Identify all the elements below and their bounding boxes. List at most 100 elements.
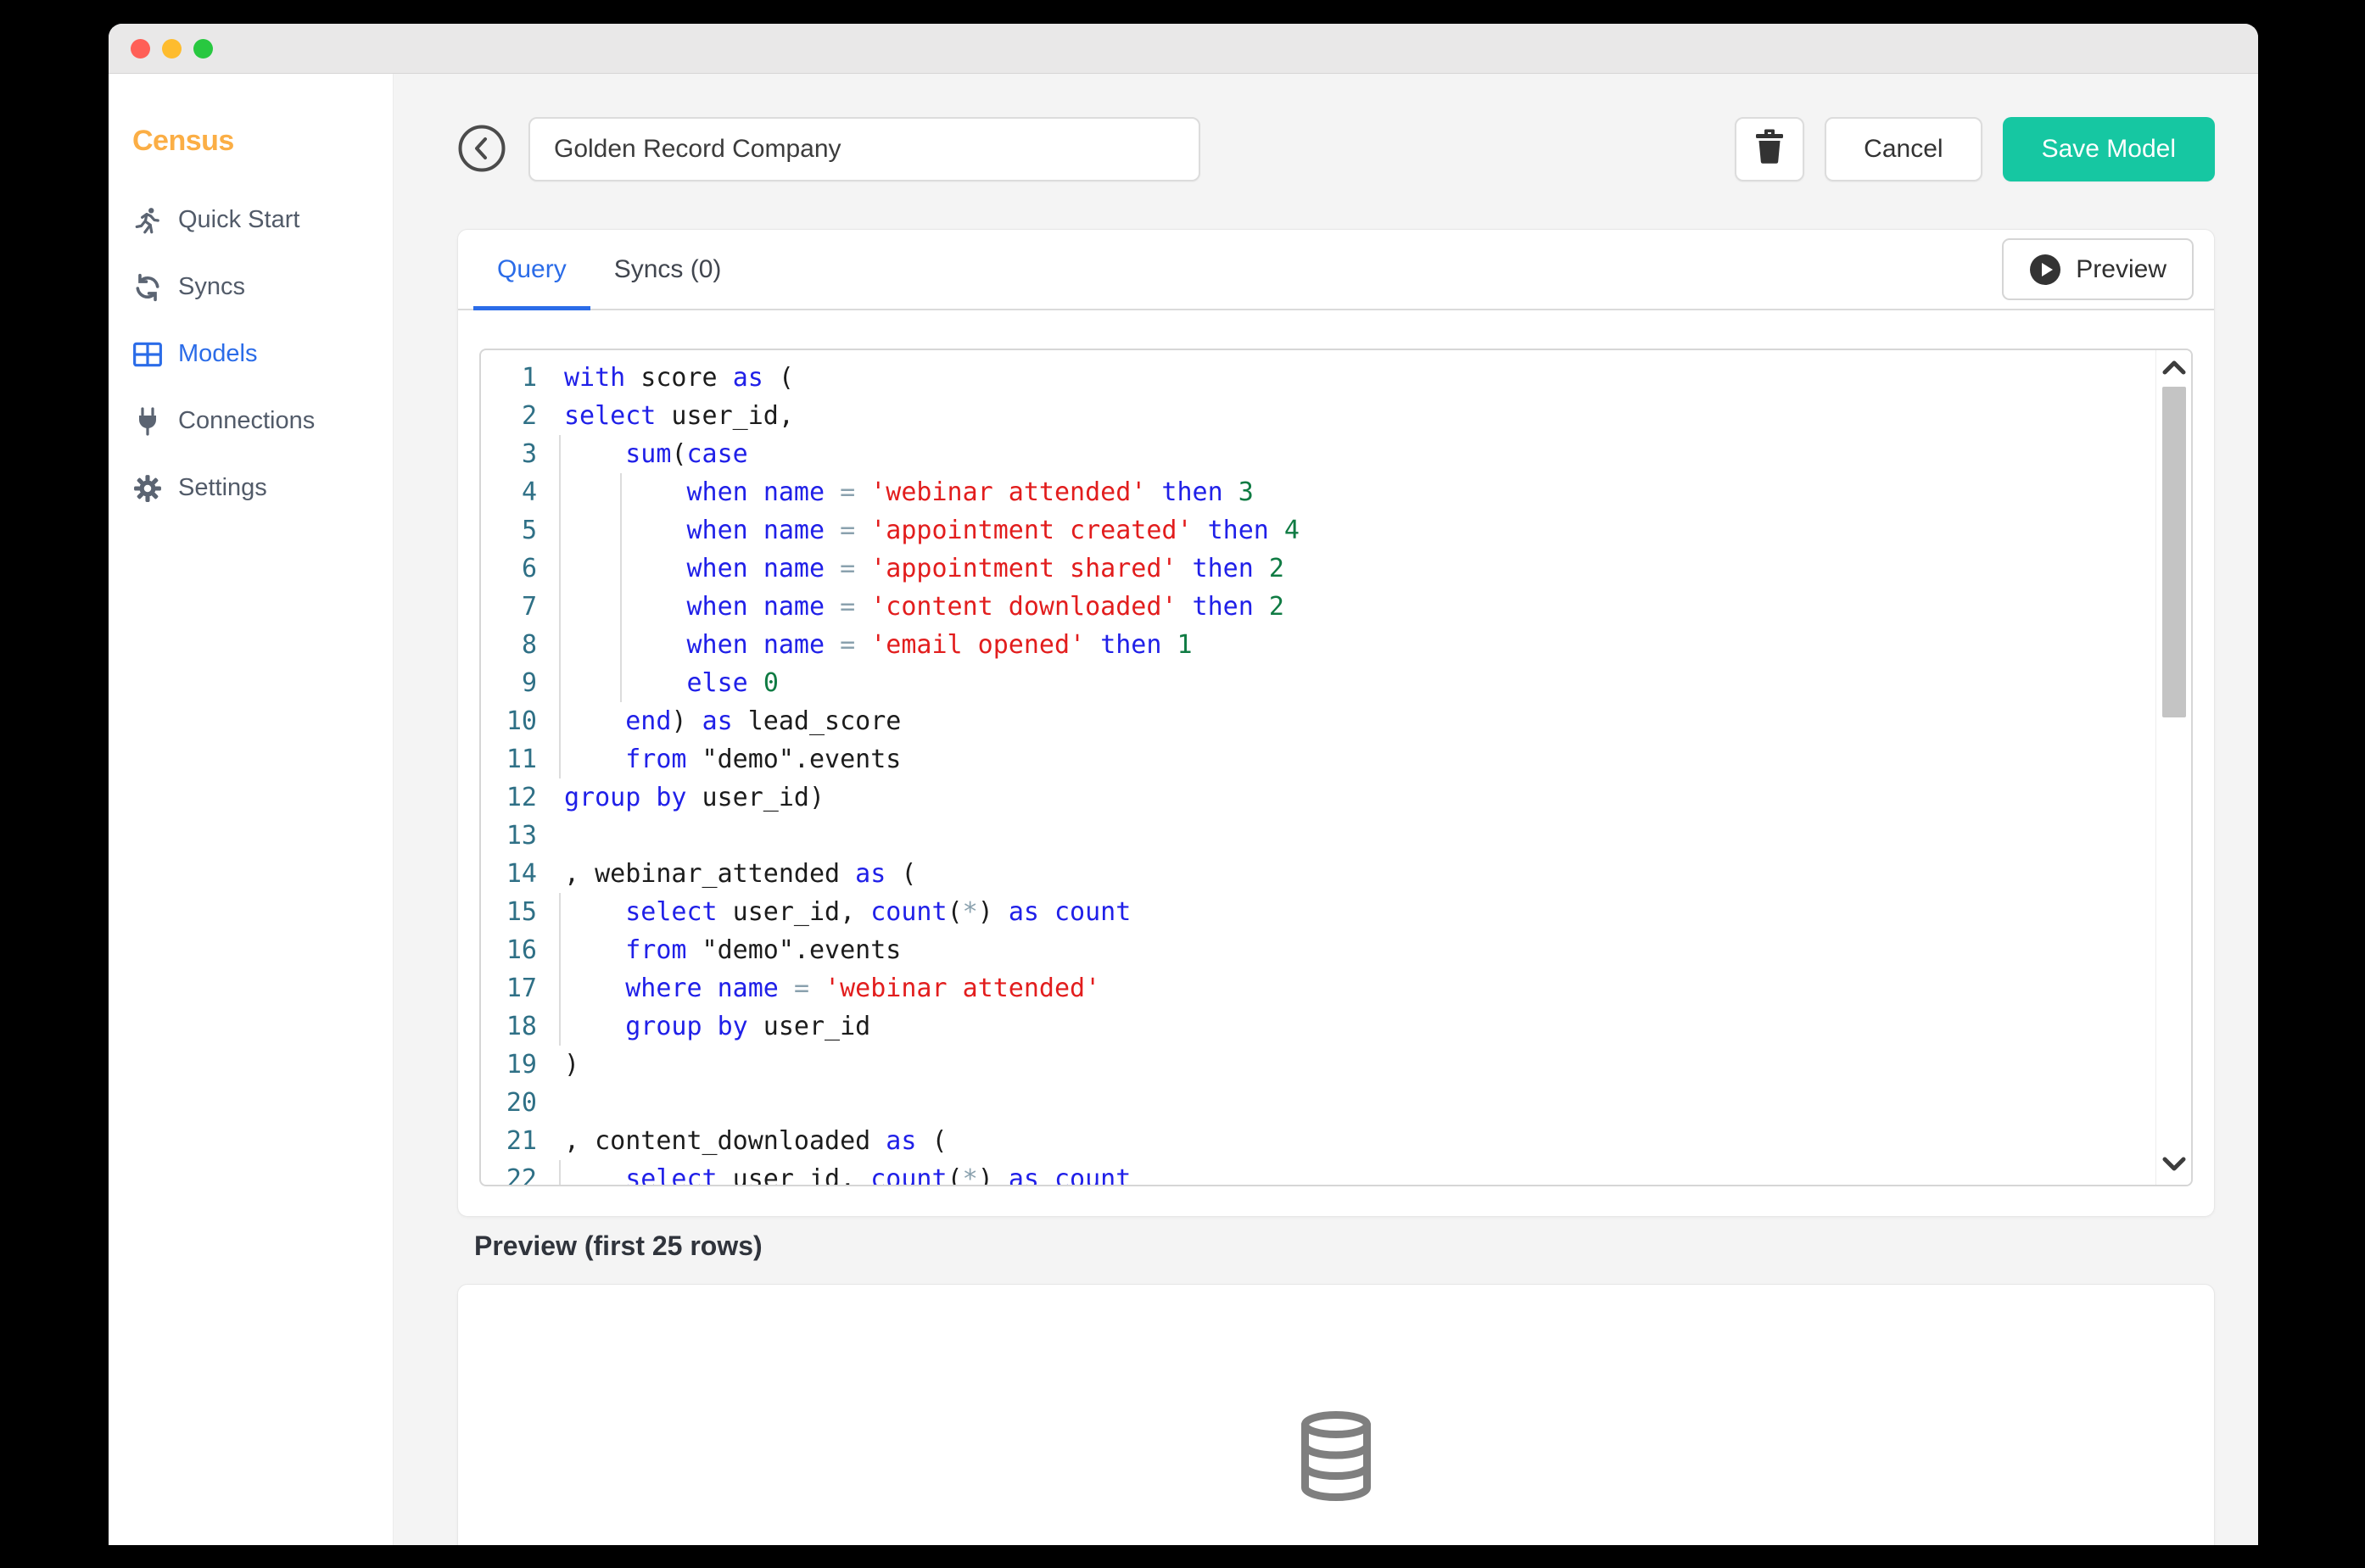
indent-guide <box>559 702 561 740</box>
code-line: 22 select user_id, count(*) as count <box>481 1160 2191 1186</box>
sidebar-item-quick-start[interactable]: Quick Start <box>132 187 393 254</box>
code-line: 21 , content_downloaded as ( <box>481 1122 2191 1160</box>
code-text: with score as ( <box>564 359 794 397</box>
topbar: Cancel Save Model <box>457 117 2215 181</box>
code-line: 19) <box>481 1046 2191 1084</box>
line-number: 16 <box>481 931 537 969</box>
gear-icon <box>132 473 163 504</box>
code-line: 4 when name = 'webinar attended' then 3 <box>481 473 2191 511</box>
sidebar-item-syncs[interactable]: Syncs <box>132 254 393 321</box>
line-number: 14 <box>481 855 537 893</box>
scroll-up-button[interactable] <box>2156 352 2192 386</box>
code-line: 2select user_id, <box>481 397 2191 435</box>
code-line: 16 from "demo".events <box>481 931 2191 969</box>
line-number: 21 <box>481 1122 537 1160</box>
code-text: sum(case <box>564 435 748 473</box>
indent-guide <box>559 740 561 778</box>
back-button[interactable] <box>457 125 506 174</box>
indent-guide <box>620 664 622 702</box>
app-window: Census Quick Start Syncs ModelsConnections… <box>109 24 2258 1545</box>
sidebar: Census Quick Start Syncs ModelsConnections… <box>109 74 394 1545</box>
indent-guide <box>620 511 622 550</box>
sidebar-item-connections[interactable]: Connections <box>132 388 393 455</box>
close-button[interactable] <box>131 39 150 59</box>
code-line: 17 where name = 'webinar attended' <box>481 969 2191 1007</box>
code-line: 5 when name = 'appointment created' then… <box>481 511 2191 550</box>
sidebar-item-settings[interactable]: Settings <box>132 455 393 522</box>
code-line: 14 , webinar_attended as ( <box>481 855 2191 893</box>
indent-guide <box>559 550 561 588</box>
trash-icon <box>1754 128 1785 170</box>
code-line: 9 else 0 <box>481 664 2191 702</box>
code-line: 10 end) as lead_score <box>481 702 2191 740</box>
code-line: 18 group by user_id <box>481 1007 2191 1046</box>
line-number: 9 <box>481 664 537 702</box>
indent-guide <box>559 435 561 473</box>
sql-editor[interactable]: 1with score as (2select user_id,3 sum(ca… <box>479 349 2193 1186</box>
scrollbar-thumb[interactable] <box>2162 387 2186 717</box>
sql-code: 1with score as (2select user_id,3 sum(ca… <box>481 350 2191 1185</box>
line-number: 20 <box>481 1084 537 1122</box>
indent-guide <box>559 1160 561 1186</box>
code-text: from "demo".events <box>564 931 901 969</box>
sidebar-item-models[interactable]: Models <box>132 321 393 388</box>
line-number: 8 <box>481 626 537 664</box>
code-line: 11 from "demo".events <box>481 740 2191 778</box>
save-model-button[interactable]: Save Model <box>2003 117 2215 181</box>
code-text: else 0 <box>564 664 779 702</box>
delete-model-button[interactable] <box>1735 117 1804 181</box>
code-line: 8 when name = 'email opened' then 1 <box>481 626 2191 664</box>
code-line: 20 <box>481 1084 2191 1122</box>
query-panel: Query Syncs (0) Preview <box>457 229 2215 1217</box>
sidebar-item-label: Syncs <box>178 273 245 301</box>
indent-guide <box>559 664 561 702</box>
zoom-button[interactable] <box>193 39 213 59</box>
code-line: 7 when name = 'content downloaded' then … <box>481 588 2191 626</box>
plug-icon <box>132 406 163 437</box>
code-text: select user_id, count(*) as count <box>564 1160 1131 1186</box>
preview-panel: No preview <box>457 1284 2215 1545</box>
database-icon <box>1295 1410 1377 1506</box>
line-number: 11 <box>481 740 537 778</box>
code-text: , webinar_attended as ( <box>564 855 916 893</box>
code-line: 1with score as ( <box>481 359 2191 397</box>
tabs-row: Query Syncs (0) Preview <box>458 230 2214 310</box>
scroll-down-button[interactable] <box>2156 1149 2192 1183</box>
indent-guide <box>559 893 561 931</box>
code-line: 15 select user_id, count(*) as count <box>481 893 2191 931</box>
sync-icon <box>132 272 163 303</box>
minimize-button[interactable] <box>162 39 182 59</box>
editor-scrollbar[interactable] <box>2155 350 2191 1185</box>
sidebar-item-label: Quick Start <box>178 206 299 234</box>
line-number: 19 <box>481 1046 537 1084</box>
chevron-down-icon <box>2162 1157 2186 1176</box>
tab-syncs[interactable]: Syncs (0) <box>590 230 746 309</box>
line-number: 2 <box>481 397 537 435</box>
code-text: when name = 'webinar attended' then 3 <box>564 473 1254 511</box>
code-line: 13 <box>481 817 2191 855</box>
indent-guide <box>620 550 622 588</box>
line-number: 3 <box>481 435 537 473</box>
code-text: when name = 'appointment shared' then 2 <box>564 550 1284 588</box>
census-logo: Census <box>132 125 393 158</box>
indent-guide <box>620 626 622 664</box>
no-preview-text: No preview <box>1272 1543 1400 1545</box>
tab-query[interactable]: Query <box>473 230 590 309</box>
code-text: select user_id, count(*) as count <box>564 893 1131 931</box>
runner-icon <box>132 205 163 236</box>
indent-guide <box>620 473 622 511</box>
preview-button-label: Preview <box>2076 255 2167 284</box>
line-number: 15 <box>481 893 537 931</box>
model-name-input[interactable] <box>528 117 1200 181</box>
cancel-button[interactable]: Cancel <box>1825 117 1982 181</box>
code-text: , content_downloaded as ( <box>564 1122 948 1160</box>
line-number: 18 <box>481 1007 537 1046</box>
code-text: when name = 'email opened' then 1 <box>564 626 1193 664</box>
indent-guide <box>559 511 561 550</box>
line-number: 7 <box>481 588 537 626</box>
code-text: when name = 'appointment created' then 4 <box>564 511 1300 550</box>
code-text: ) <box>564 1046 579 1084</box>
code-line: 3 sum(case <box>481 435 2191 473</box>
indent-guide <box>620 588 622 626</box>
run-preview-button[interactable]: Preview <box>2002 238 2194 300</box>
